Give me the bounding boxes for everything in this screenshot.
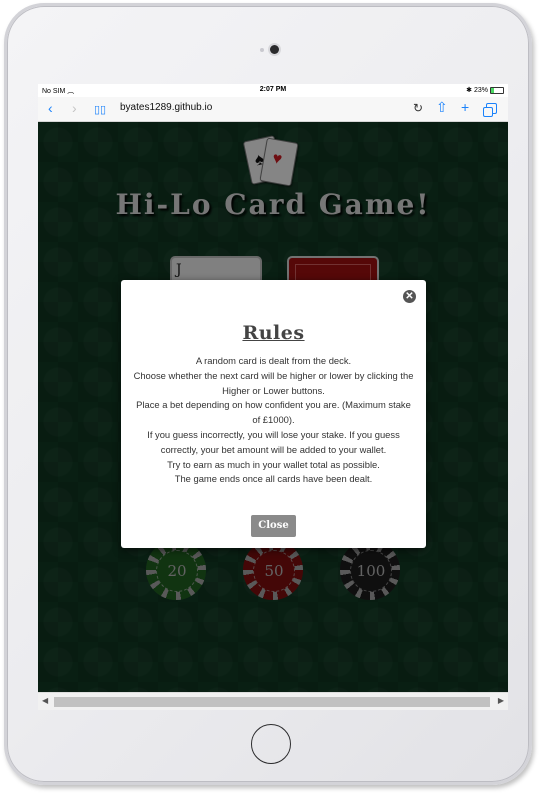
rule-line: If you guess incorrectly, you will lose … [147,428,400,455]
rule-line: Place a bet depending on how confident y… [136,399,411,426]
close-button[interactable]: Close [251,515,296,537]
url-field[interactable]: byates1289.github.io [120,102,212,113]
sensor-dot [260,48,264,52]
bluetooth-icon: ✱ [466,87,472,94]
modal-title: Rules [242,322,305,344]
reload-icon[interactable]: ↻ [413,101,423,115]
rules-text: A random card is dealt from the deck. Ch… [133,354,414,487]
status-right: ✱ 23% [466,86,504,94]
scroll-right-icon[interactable]: ▶ [498,696,504,705]
tablet-frame: No SIM ︵ 2:07 PM ✱ 23% ‹ › ▯▯ byates1289… [4,3,532,785]
back-icon[interactable]: ‹ [48,100,53,116]
browser-toolbar: ‹ › ▯▯ byates1289.github.io ↻ ⇧ + [38,97,508,122]
rule-line: Try to earn as much in your wallet total… [167,458,380,470]
game-area: ♠ ♥ Hi-Lo Card Game! J 20 50 100 ✕ Rules… [38,122,508,692]
forward-icon[interactable]: › [72,100,77,116]
rule-line: A random card is dealt from the deck. [195,355,352,366]
status-bar: No SIM ︵ 2:07 PM ✱ 23% [38,84,508,97]
battery-icon [490,86,504,94]
share-icon[interactable]: ⇧ [436,99,448,116]
front-camera [270,45,279,54]
tabs-icon[interactable] [483,103,497,117]
battery-percent: 23% [473,86,488,94]
screen: No SIM ︵ 2:07 PM ✱ 23% ‹ › ▯▯ byates1289… [38,84,508,710]
rule-line: Choose whether the next card will be hig… [133,369,414,396]
bookmarks-icon[interactable]: ▯▯ [94,102,106,118]
status-time: 2:07 PM [259,86,287,93]
rules-modal: ✕ Rules A random card is dealt from the … [121,280,426,548]
rule-line: The game ends once all cards have been d… [174,473,373,485]
home-button[interactable] [251,724,291,764]
scroll-left-icon[interactable]: ◀ [42,696,48,705]
scrollbar-thumb[interactable] [54,697,490,707]
close-icon[interactable]: ✕ [403,290,416,303]
new-tab-icon[interactable]: + [461,99,469,115]
horizontal-scrollbar[interactable]: ◀ ▶ [38,692,508,710]
